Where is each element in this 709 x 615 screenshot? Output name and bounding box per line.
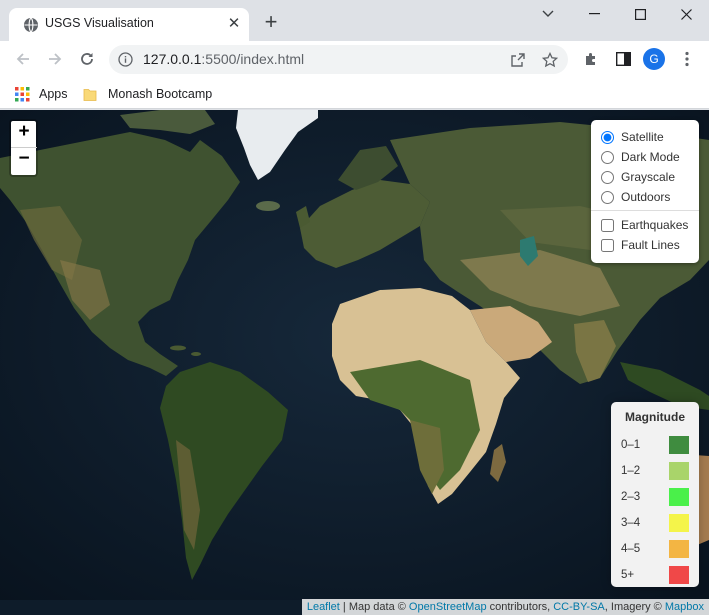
- layer-label: Dark Mode: [621, 150, 680, 164]
- legend-label: 1–2: [621, 465, 641, 477]
- new-tab-button[interactable]: +: [259, 11, 283, 35]
- legend-swatch: [669, 436, 689, 454]
- attribution-text: contributors,: [486, 601, 554, 613]
- zoom-in-button[interactable]: +: [11, 121, 37, 148]
- legend-swatch: [669, 514, 689, 532]
- layer-option-satellite[interactable]: Satellite: [601, 127, 691, 147]
- legend-swatch: [669, 540, 689, 558]
- maximize-button[interactable]: [617, 2, 663, 26]
- legend-label: 4–5: [621, 543, 641, 555]
- layer-option-outdoors[interactable]: Outdoors: [601, 187, 691, 207]
- bookmarks-bar: Apps Monash Bootcamp: [0, 78, 709, 109]
- legend-label: 0–1: [621, 439, 641, 451]
- bookmark-apps[interactable]: Apps: [15, 84, 68, 104]
- back-button[interactable]: [9, 45, 37, 73]
- legend-row: 0–1: [621, 432, 689, 458]
- reload-button[interactable]: [73, 45, 101, 73]
- fault-lines-checkbox[interactable]: [601, 238, 614, 252]
- legend-row: 4–5: [621, 536, 689, 562]
- bookmark-star-icon[interactable]: [541, 51, 559, 69]
- tab-search-icon[interactable]: [525, 2, 571, 26]
- apps-grid-icon: [15, 86, 30, 101]
- title-bar: USGS Visualisation ✕ +: [0, 0, 709, 41]
- globe-icon: [24, 17, 38, 33]
- zoom-control: + −: [9, 119, 38, 177]
- map-attribution: Leaflet | Map data © OpenStreetMap contr…: [301, 599, 709, 615]
- legend-label: 2–3: [621, 491, 641, 503]
- overlay-option-fault-lines[interactable]: Fault Lines: [601, 235, 691, 255]
- url-text: 127.0.0.1:5500/index.html: [143, 51, 305, 67]
- overlay-label: Earthquakes: [621, 218, 689, 232]
- tab-title: USGS Visualisation: [45, 16, 154, 30]
- attribution-text: | Map data ©: [339, 601, 409, 613]
- forward-button[interactable]: [41, 45, 69, 73]
- legend-label: 5+: [621, 569, 635, 581]
- grayscale-radio[interactable]: [601, 170, 614, 184]
- magnitude-legend: Magnitude 0–1 1–2 2–3 3–4 4–5 5+: [611, 402, 699, 587]
- legend-row: 1–2: [621, 458, 689, 484]
- satellite-radio[interactable]: [601, 130, 614, 144]
- legend-row: 3–4: [621, 510, 689, 536]
- layer-option-dark-mode[interactable]: Dark Mode: [601, 147, 691, 167]
- browser-toolbar: 127.0.0.1:5500/index.html G: [0, 41, 709, 78]
- cc-by-sa-link[interactable]: CC-BY-SA: [553, 601, 605, 613]
- legend-swatch: [669, 462, 689, 480]
- layer-control: Satellite Dark Mode Grayscale Outdoors E…: [591, 120, 699, 263]
- legend-label: 3–4: [621, 517, 641, 529]
- bookmark-label: Apps: [39, 87, 68, 101]
- side-panel-icon[interactable]: [609, 45, 637, 73]
- layer-label: Outdoors: [621, 190, 671, 204]
- attribution-text: , Imagery ©: [604, 601, 665, 613]
- earthquakes-checkbox[interactable]: [601, 218, 614, 232]
- openstreetmap-link[interactable]: OpenStreetMap: [409, 601, 487, 613]
- close-tab-icon[interactable]: ✕: [225, 15, 243, 33]
- leaflet-link[interactable]: Leaflet: [307, 601, 340, 613]
- outdoors-radio[interactable]: [601, 190, 614, 204]
- extensions-icon[interactable]: [577, 45, 605, 73]
- bookmark-monash-bootcamp[interactable]: Monash Bootcamp: [83, 84, 212, 104]
- leaflet-map[interactable]: + − Satellite Dark Mode Grayscale Outdoo…: [0, 110, 709, 615]
- address-bar[interactable]: 127.0.0.1:5500/index.html: [109, 45, 568, 74]
- legend-swatch: [669, 488, 689, 506]
- folder-icon: [83, 88, 97, 101]
- layer-option-grayscale[interactable]: Grayscale: [601, 167, 691, 187]
- layer-label: Satellite: [621, 130, 664, 144]
- mapbox-link[interactable]: Mapbox: [665, 601, 704, 613]
- profile-avatar[interactable]: G: [643, 48, 665, 70]
- legend-row: 2–3: [621, 484, 689, 510]
- minimize-button[interactable]: [571, 2, 617, 26]
- bookmark-label: Monash Bootcamp: [108, 87, 213, 101]
- legend-swatch: [669, 566, 689, 584]
- close-window-button[interactable]: [663, 2, 709, 26]
- share-icon[interactable]: [509, 51, 527, 69]
- legend-row: 5+: [621, 562, 689, 588]
- layer-label: Grayscale: [621, 170, 676, 184]
- browser-tab[interactable]: USGS Visualisation ✕: [9, 8, 249, 41]
- overlay-label: Fault Lines: [621, 238, 680, 252]
- zoom-out-button[interactable]: −: [11, 148, 37, 175]
- layer-separator: [591, 210, 699, 211]
- dark-mode-radio[interactable]: [601, 150, 614, 164]
- overlay-option-earthquakes[interactable]: Earthquakes: [601, 215, 691, 235]
- site-info-icon[interactable]: [118, 52, 133, 67]
- legend-title: Magnitude: [625, 410, 685, 424]
- menu-kebab-icon[interactable]: [673, 45, 701, 73]
